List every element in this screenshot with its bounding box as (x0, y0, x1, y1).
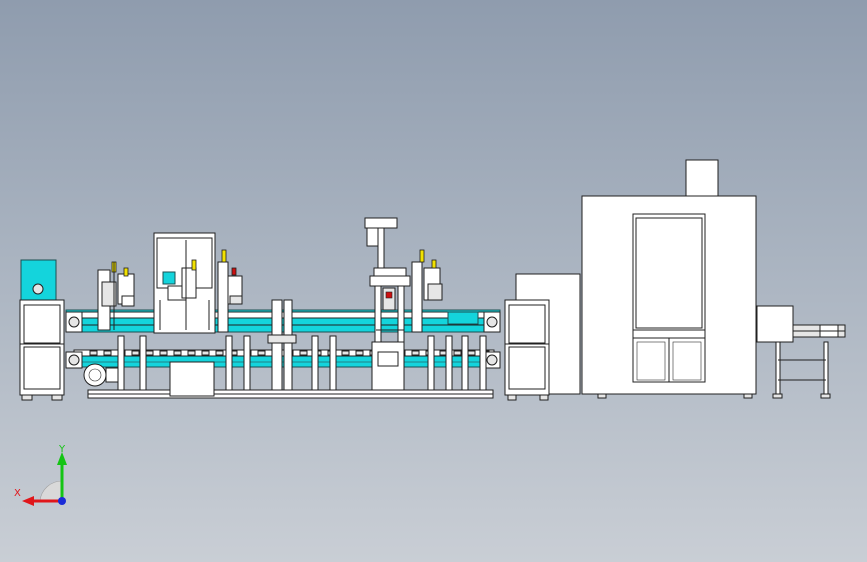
roller (299, 350, 308, 356)
y-axis-label: Y (58, 444, 66, 455)
leg-post (139, 335, 147, 391)
roller (131, 350, 140, 356)
roller (201, 350, 210, 356)
roller (159, 350, 168, 356)
leg-post (311, 335, 319, 391)
leg-post (427, 335, 435, 391)
roller (103, 350, 112, 356)
coordinate-triad: Y X (14, 444, 67, 506)
roller (257, 350, 266, 356)
mid-posts (267, 299, 297, 391)
roller (89, 350, 98, 356)
leg-post (445, 335, 453, 391)
roller (467, 350, 476, 356)
cad-viewport[interactable]: .ln { stroke:#202020; stroke-width:1; fi… (0, 0, 867, 562)
leg-post (243, 335, 251, 391)
leg-post (117, 335, 125, 391)
leg-post (329, 335, 337, 391)
x-axis-label: X (14, 488, 21, 499)
left-cabinet (19, 259, 65, 401)
roller (173, 350, 182, 356)
output-conveyor (756, 305, 846, 399)
roller (341, 350, 350, 356)
assembly-drawing: .ln { stroke:#202020; stroke-width:1; fi… (14, 159, 846, 506)
middle-cabinet (504, 273, 581, 401)
roller (215, 350, 224, 356)
roller (453, 350, 462, 356)
roller (411, 350, 420, 356)
station-4-press (364, 217, 411, 391)
roller (187, 350, 196, 356)
base-frame (87, 389, 494, 399)
leg-post (225, 335, 233, 391)
roller (145, 350, 154, 356)
oven-unit (581, 159, 757, 399)
roller (355, 350, 364, 356)
leg-post (461, 335, 469, 391)
z-axis-dot (58, 497, 66, 505)
leg-post (479, 335, 487, 391)
station-2-enclosure (153, 232, 216, 397)
